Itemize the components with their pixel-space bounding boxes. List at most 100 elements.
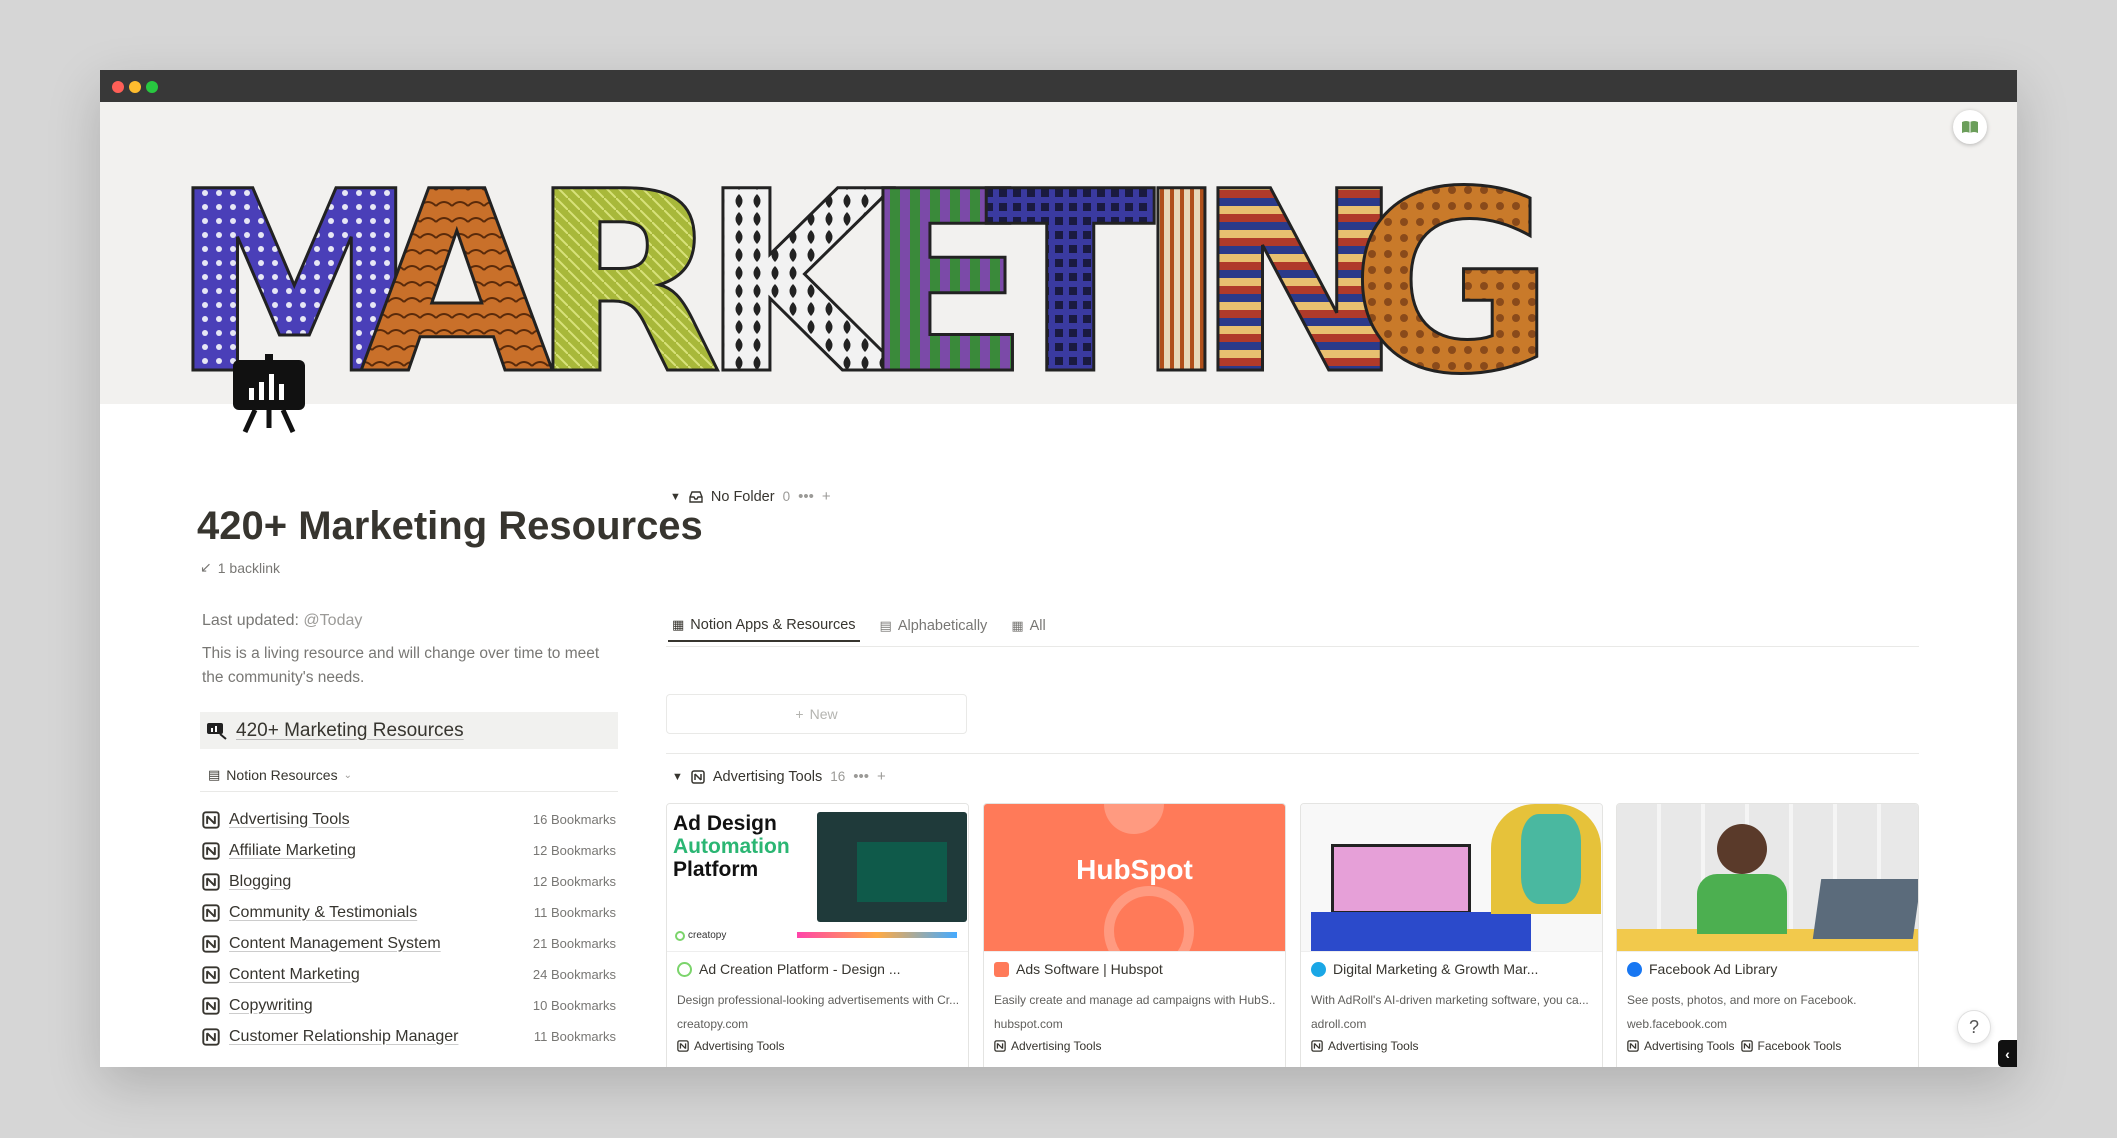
notion-logo-icon — [202, 996, 220, 1015]
category-row[interactable]: Copywriting 10 Bookmarks — [202, 990, 616, 1021]
hubspot-favicon-icon — [994, 961, 1009, 977]
help-button[interactable]: ? — [1957, 1010, 1991, 1044]
resource-category-list: Advertising Tools 16 Bookmarks Affiliate M… — [202, 804, 616, 1052]
date-mention[interactable]: @Today — [303, 612, 362, 629]
divider — [200, 791, 618, 792]
tag: Advertising Tools — [1311, 1039, 1419, 1053]
group-advertising-tools[interactable]: ▼ Advertising Tools 16 ••• + — [672, 768, 886, 785]
notion-resources-view-selector[interactable]: ▤ Notion Resources ⌄ — [208, 767, 352, 783]
preview-illustration-money — [1521, 814, 1581, 904]
more-options-button[interactable]: ••• — [798, 488, 814, 505]
bookmark-count: 11 Bookmarks — [533, 905, 616, 920]
category-row[interactable]: Blogging 12 Bookmarks — [202, 866, 616, 897]
cover-image[interactable]: M A R K E T I N G — [100, 102, 2017, 404]
tag: Advertising Tools — [677, 1039, 785, 1053]
tab-alphabetically[interactable]: ▤ Alphabetically — [876, 610, 992, 642]
card-title: Facebook Ad Library — [1627, 961, 1908, 977]
callout-link[interactable]: 420+ Marketing Resources — [200, 712, 618, 749]
preview-headline: Ad Design — [673, 812, 777, 835]
preview-decoration — [1104, 886, 1194, 951]
card-title: Ad Creation Platform - Design ... — [677, 961, 958, 977]
tag-label: Advertising Tools — [694, 1039, 785, 1053]
notion-logo-icon — [202, 1027, 220, 1046]
book-icon — [1962, 121, 1978, 133]
category-name[interactable]: Copywriting — [229, 997, 313, 1015]
chevron-down-icon: ⌄ — [343, 769, 352, 781]
minimize-window-button[interactable] — [129, 81, 141, 93]
tab-all[interactable]: ▦ All — [1007, 610, 1049, 642]
more-options-button[interactable]: ••• — [853, 768, 869, 785]
page-icon[interactable] — [225, 352, 313, 440]
category-row[interactable]: Affiliate Marketing 12 Bookmarks — [202, 835, 616, 866]
tab-notion-apps-resources[interactable]: ▦ Notion Apps & Resources — [668, 610, 860, 642]
bookmark-card[interactable]: Facebook Ad Library See posts, photos, a… — [1616, 803, 1919, 1067]
card-preview-image — [1617, 804, 1918, 952]
preview-illustration-desk — [1311, 912, 1531, 951]
category-name[interactable]: Community & Testimonials — [229, 904, 417, 922]
category-row[interactable]: Customer Relationship Manager 11 Bookmark… — [202, 1021, 616, 1052]
notion-logo-icon — [202, 965, 220, 984]
caret-down-icon[interactable]: ▼ — [672, 771, 683, 783]
category-name[interactable]: Content Management System — [229, 935, 441, 953]
category-name[interactable]: Affiliate Marketing — [229, 842, 356, 860]
group-divider — [666, 753, 1919, 754]
card-url: adroll.com — [1311, 1017, 1367, 1031]
cover-marketing-letters: M A R K E T I N G — [100, 102, 2017, 404]
backlink-link[interactable]: ↙ 1 backlink — [200, 559, 280, 576]
preview-monitor — [1812, 879, 1918, 939]
card-description: With AdRoll's AI-driven marketing softwa… — [1311, 993, 1589, 1007]
group-count: 16 — [830, 769, 846, 784]
page-title[interactable]: 420+ Marketing Resources — [197, 504, 703, 549]
notion-logo-icon — [202, 903, 220, 922]
category-name[interactable]: Content Marketing — [229, 966, 360, 984]
last-updated-text: Last updated: @Today — [202, 612, 362, 630]
caret-down-icon[interactable]: ▼ — [670, 491, 681, 503]
tab-label: Notion Apps & Resources — [690, 617, 856, 633]
close-window-button[interactable] — [112, 81, 124, 93]
category-name[interactable]: Customer Relationship Manager — [229, 1028, 458, 1046]
bookmark-card[interactable]: Ad Design Automation Platform creatopy A… — [666, 803, 969, 1067]
tab-divider — [666, 646, 1919, 647]
tag-label: Advertising Tools — [1644, 1039, 1735, 1053]
hubspot-logo-text: HubSpot — [1076, 854, 1193, 885]
new-card-button[interactable]: + New — [666, 694, 967, 734]
browser-window: M A R K E T I N G 420+ Marketing Resourc… — [100, 70, 2017, 1067]
card-preview-image: Ad Design Automation Platform creatopy — [667, 804, 968, 952]
maximize-window-button[interactable] — [146, 81, 158, 93]
list-icon: ▤ — [208, 767, 221, 782]
category-row[interactable]: Content Management System 21 Bookmarks — [202, 928, 616, 959]
category-row[interactable]: Community & Testimonials 11 Bookmarks — [202, 897, 616, 928]
notion-logo-icon — [202, 934, 220, 953]
collapse-side-panel-button[interactable]: ‹ — [1998, 1040, 2017, 1067]
preview-decoration — [1104, 804, 1164, 834]
category-row[interactable]: Advertising Tools 16 Bookmarks — [202, 804, 616, 835]
category-name[interactable]: Blogging — [229, 873, 291, 891]
tag: Advertising Tools — [1627, 1039, 1735, 1053]
facebook-favicon-icon — [1627, 961, 1642, 977]
category-row[interactable]: Content Marketing 24 Bookmarks — [202, 959, 616, 990]
notion-logo-icon — [691, 769, 705, 784]
card-title: Ads Software | Hubspot — [994, 961, 1275, 977]
creatopy-favicon-icon — [677, 961, 692, 977]
svg-text:R: R — [530, 138, 723, 404]
adroll-favicon-icon — [1311, 961, 1326, 977]
card-preview-image: HubSpot — [984, 804, 1285, 952]
add-item-button[interactable]: + — [822, 488, 831, 505]
preview-person-head — [1717, 824, 1767, 874]
table-icon: ▦ — [672, 617, 685, 632]
group-no-folder[interactable]: ▼ No Folder 0 ••• + — [670, 488, 831, 505]
bookmark-card[interactable]: HubSpot Ads Software | Hubspot Easily cr… — [983, 803, 1286, 1067]
reading-mode-button[interactable] — [1953, 110, 1987, 144]
notion-logo-icon — [202, 841, 220, 860]
callout-text: 420+ Marketing Resources — [236, 719, 464, 741]
preview-headline: Automation — [673, 835, 790, 858]
group-label: Advertising Tools — [712, 768, 823, 785]
card-url: hubspot.com — [994, 1017, 1063, 1031]
bookmark-card[interactable]: Digital Marketing & Growth Mar... With A… — [1300, 803, 1603, 1067]
category-name[interactable]: Advertising Tools — [229, 811, 350, 829]
add-item-button[interactable]: + — [877, 768, 886, 785]
svg-text:G: G — [1350, 138, 1555, 404]
tab-label: Alphabetically — [897, 618, 988, 634]
card-title: Digital Marketing & Growth Mar... — [1311, 961, 1592, 977]
bookmark-count: 21 Bookmarks — [532, 936, 616, 951]
